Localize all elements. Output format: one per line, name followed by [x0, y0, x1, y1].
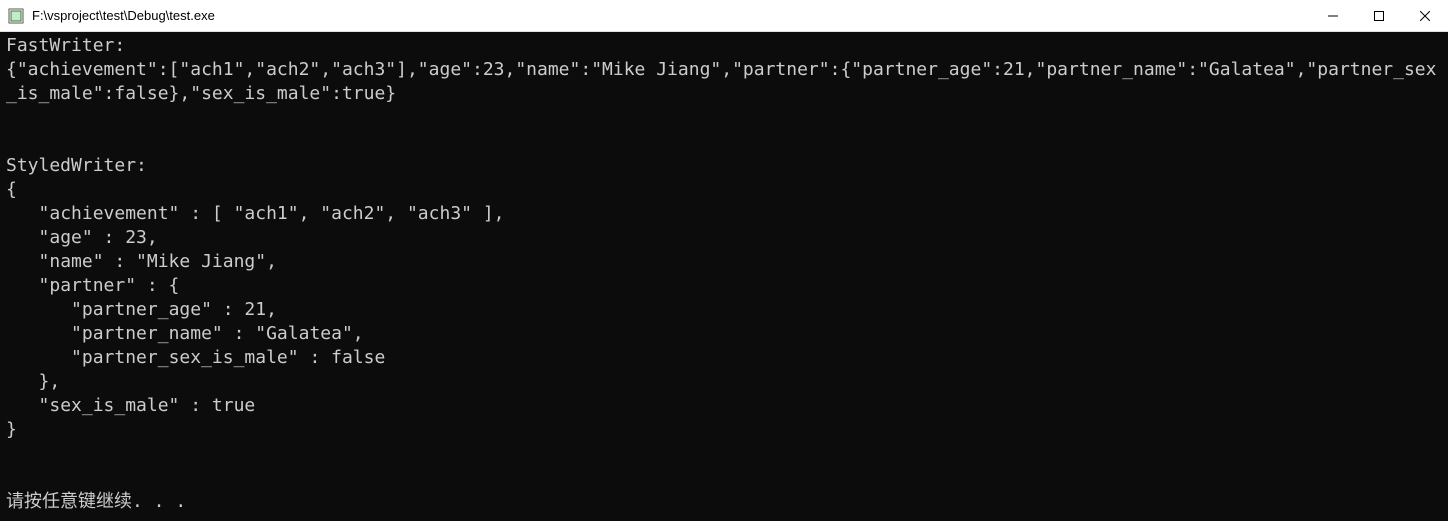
console-line: }	[6, 419, 17, 440]
maximize-button[interactable]	[1356, 0, 1402, 32]
window-title: F:\vsproject\test\Debug\test.exe	[32, 8, 215, 23]
app-icon	[8, 8, 24, 24]
console-line: "partner_age" : 21,	[6, 299, 277, 320]
console-line: FastWriter:	[6, 35, 125, 56]
console-line: {"achievement":["ach1","ach2","ach3"],"a…	[6, 59, 1436, 104]
console-line: },	[6, 371, 60, 392]
console-line: "partner_name" : "Galatea",	[6, 323, 364, 344]
console-line: "sex_is_male" : true	[6, 395, 255, 416]
close-button[interactable]	[1402, 0, 1448, 32]
minimize-button[interactable]	[1310, 0, 1356, 32]
titlebar-left: F:\vsproject\test\Debug\test.exe	[0, 8, 215, 24]
console-line: "age" : 23,	[6, 227, 158, 248]
console-line: StyledWriter:	[6, 155, 147, 176]
console-line: "name" : "Mike Jiang",	[6, 251, 277, 272]
console-line: "partner" : {	[6, 275, 179, 296]
titlebar-controls	[1310, 0, 1448, 32]
console-line: 请按任意键继续. . .	[6, 491, 186, 512]
window-titlebar: F:\vsproject\test\Debug\test.exe	[0, 0, 1448, 32]
console-line: {	[6, 179, 17, 200]
console-line: "partner_sex_is_male" : false	[6, 347, 385, 368]
console-line: "achievement" : [ "ach1", "ach2", "ach3"…	[6, 203, 505, 224]
console-output: FastWriter: {"achievement":["ach1","ach2…	[0, 32, 1448, 521]
